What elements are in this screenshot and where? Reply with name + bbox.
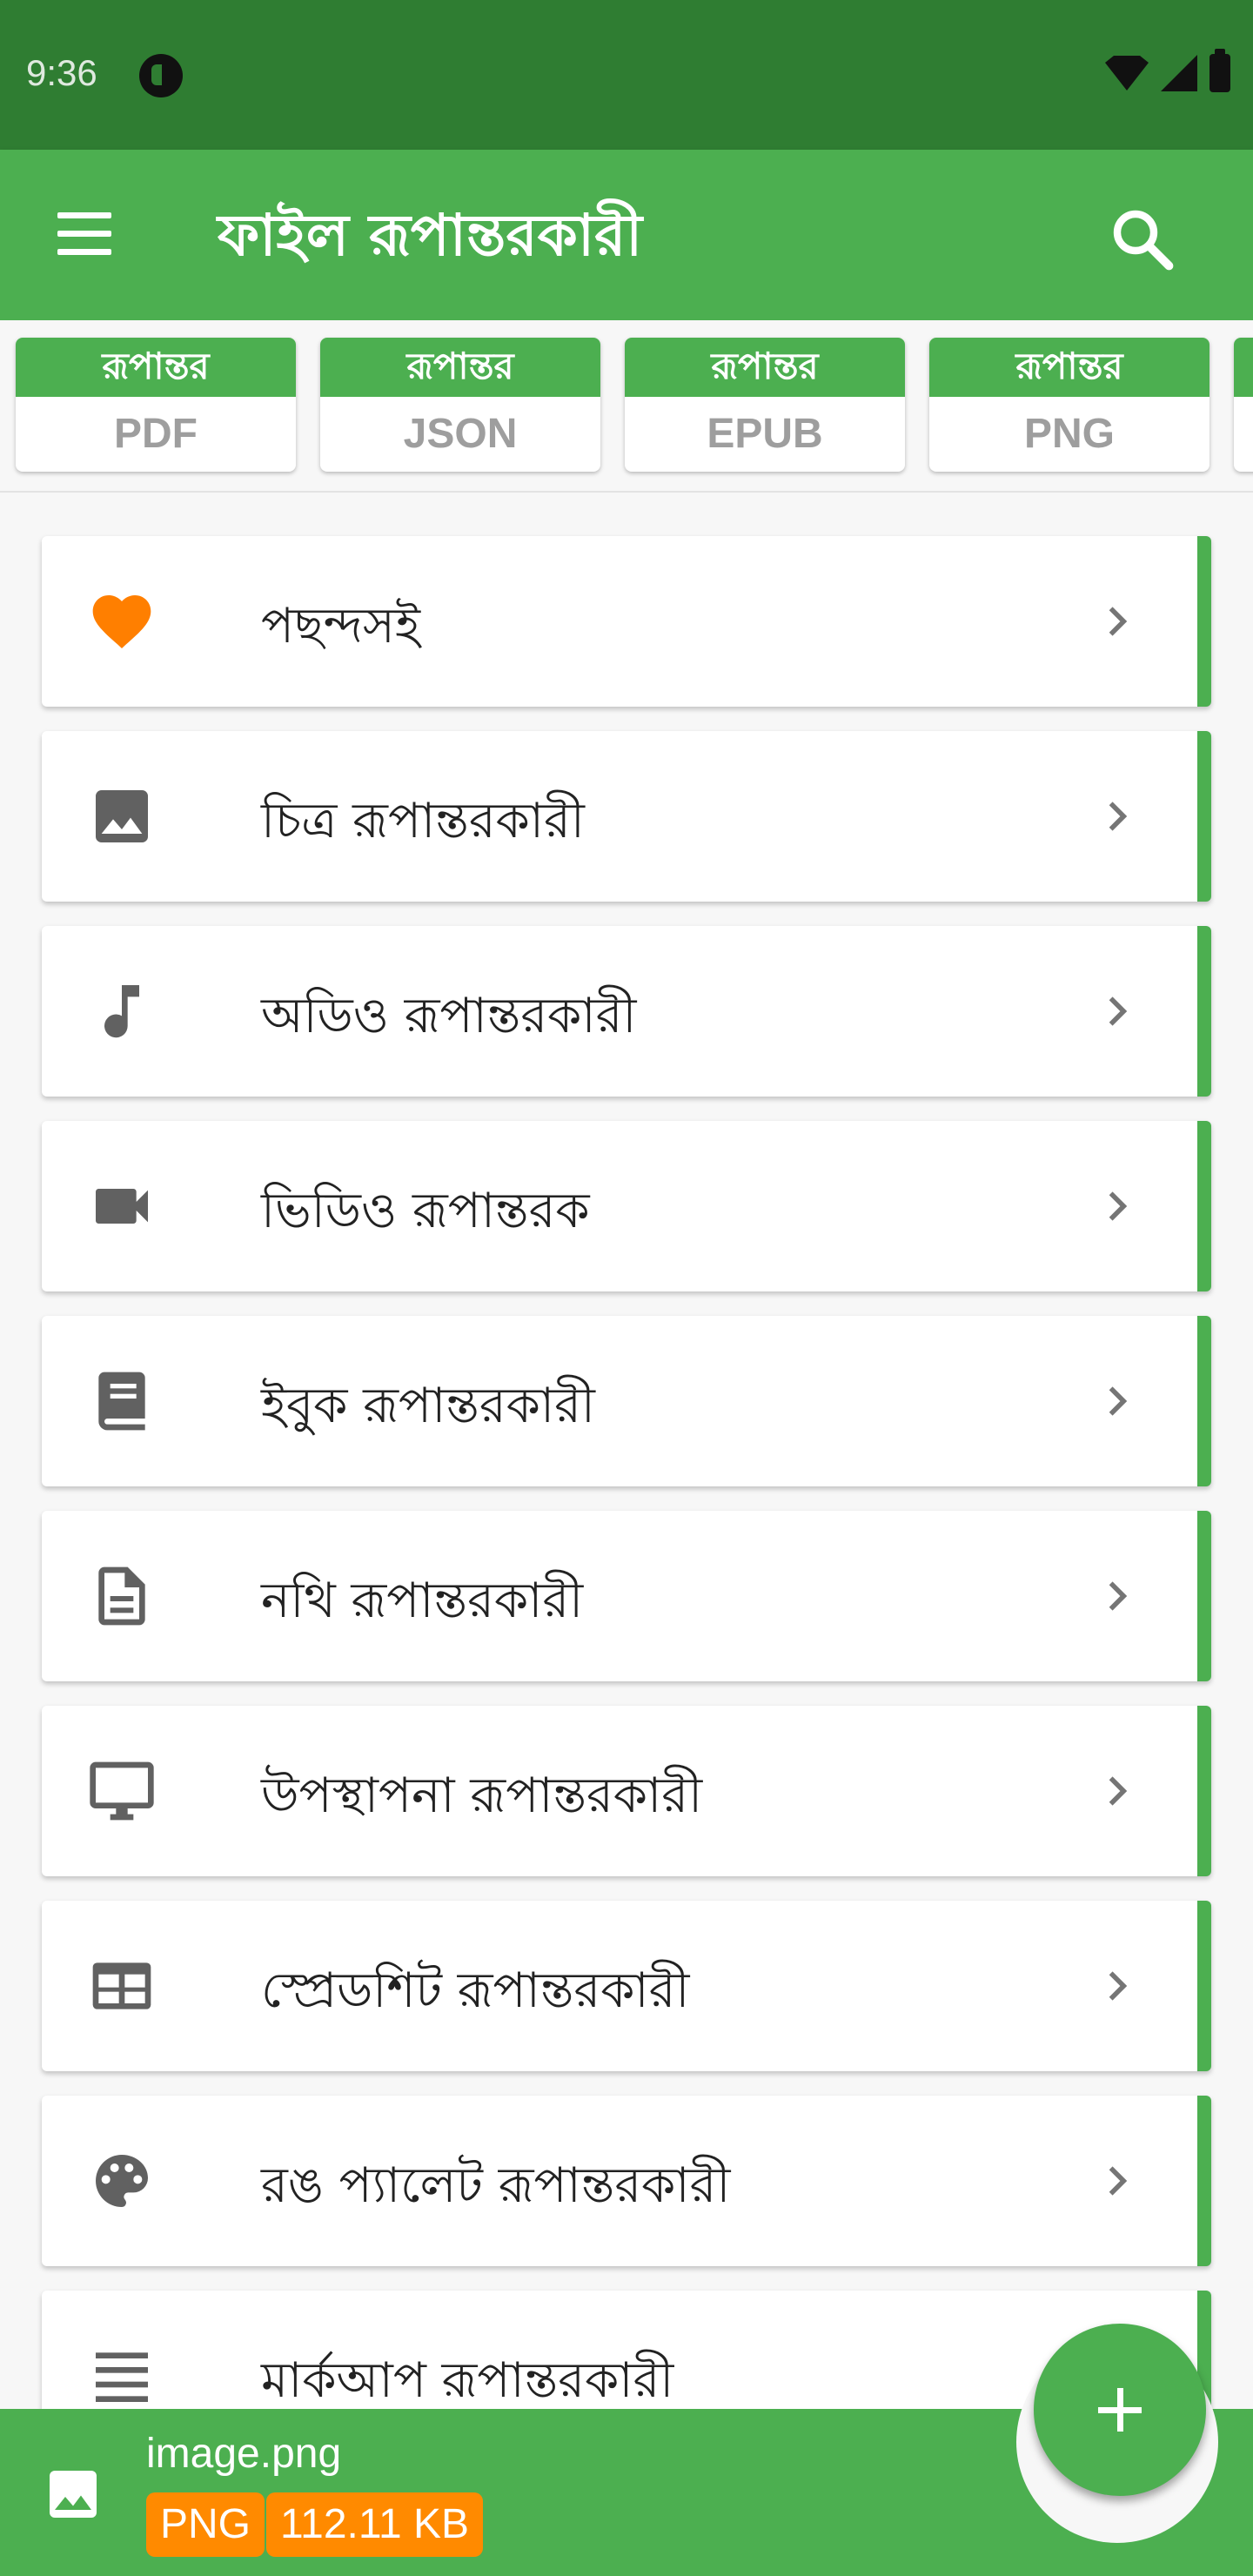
list-item-label: নথি রূপান্তরকারী bbox=[261, 1573, 584, 1629]
chip-top-label: রূপান্তর bbox=[625, 338, 905, 397]
chevron-right-icon bbox=[1109, 607, 1128, 636]
image-icon bbox=[42, 2463, 104, 2526]
chip-format: JSON bbox=[403, 411, 518, 457]
list-item-audio-converter[interactable]: অডিও রূপান্তরকারী bbox=[42, 926, 1211, 1097]
status-indicators bbox=[1105, 49, 1230, 92]
chip-format: PDF bbox=[114, 411, 198, 457]
chip-format: EPUB bbox=[707, 411, 823, 457]
image-icon bbox=[87, 782, 157, 851]
status-time: 9:36 bbox=[26, 52, 97, 93]
list-item-video-converter[interactable]: ভিডিও রূপান্তরক bbox=[42, 1121, 1211, 1291]
chip-epub[interactable]: রূপান্তর EPUB bbox=[625, 338, 905, 472]
chip-pdf[interactable]: রূপান্তর PDF bbox=[16, 338, 296, 472]
list-item-label: পছন্দসই bbox=[261, 598, 421, 654]
palette-icon bbox=[87, 2146, 157, 2216]
list-item-ebook-converter[interactable]: ইবুক রূপান্তরকারী bbox=[42, 1316, 1211, 1486]
file-name: image.png bbox=[146, 2431, 342, 2477]
chip-png[interactable]: রূপান্তর PNG bbox=[929, 338, 1209, 472]
chevron-right-icon bbox=[1109, 1776, 1128, 1806]
lines-icon bbox=[87, 2341, 157, 2411]
chevron-right-icon bbox=[1109, 1971, 1128, 2001]
video-camera-icon bbox=[87, 1171, 157, 1241]
monitor-icon bbox=[87, 1756, 157, 1826]
chevron-right-icon bbox=[1109, 1581, 1128, 1611]
list-item-presentation-converter[interactable]: উপস্থাপনা রূপান্তরকারী bbox=[42, 1706, 1211, 1876]
wifi-icon bbox=[1105, 56, 1149, 91]
chevron-right-icon bbox=[1109, 996, 1128, 1026]
app-title: ফাইল রূপান্তরকারী bbox=[218, 202, 643, 269]
menu-icon[interactable] bbox=[49, 204, 118, 265]
format-chips-row[interactable]: রূপান্তর PDF রূপান্তর JSON রূপান্তর EPUB… bbox=[0, 320, 1253, 493]
music-note-icon bbox=[87, 976, 157, 1046]
list-item-label: উপস্থাপনা রূপান্তরকারী bbox=[261, 1768, 703, 1824]
list-item-color-palette-converter[interactable]: রঙ প্যালেট রূপান্তরকারী bbox=[42, 2096, 1211, 2266]
add-button[interactable] bbox=[1034, 2324, 1206, 2496]
list-item-label: স্প্রেডশিট রূপান্তরকারী bbox=[261, 1962, 690, 2019]
chip-top-label: রূপান্তর bbox=[320, 338, 600, 397]
chevron-right-icon bbox=[1109, 2166, 1128, 2196]
chip-next-partial[interactable] bbox=[1234, 338, 1253, 472]
chevron-right-icon bbox=[1109, 1191, 1128, 1221]
list-item-label: ভিডিও রূপান্তরক bbox=[261, 1183, 590, 1239]
signal-icon bbox=[1161, 55, 1197, 91]
search-icon[interactable] bbox=[1105, 202, 1178, 275]
list-item-label: রঙ প্যালেট রূপান্তরকারী bbox=[261, 2157, 731, 2214]
status-bar: 9:36 bbox=[0, 0, 1253, 150]
chip-json[interactable]: রূপান্তর JSON bbox=[320, 338, 600, 472]
heart-icon bbox=[87, 587, 157, 656]
app-notification-icon bbox=[139, 54, 183, 97]
file-type-badge: PNG bbox=[146, 2492, 265, 2557]
chevron-right-icon bbox=[1109, 1386, 1128, 1416]
book-icon bbox=[87, 1366, 157, 1436]
list-item-label: ইবুক রূপান্তরকারী bbox=[261, 1378, 595, 1434]
list-item-label: অডিও রূপান্তরকারী bbox=[261, 988, 637, 1044]
file-size-badge: 112.11 KB bbox=[266, 2492, 484, 2557]
list-item-label: চিত্র রূপান্তরকারী bbox=[261, 793, 585, 849]
list-item-image-converter[interactable]: চিত্র রূপান্তরকারী bbox=[42, 731, 1211, 902]
app-bar: ফাইল রূপান্তরকারী bbox=[0, 150, 1253, 320]
list-item-document-converter[interactable]: নথি রূপান্তরকারী bbox=[42, 1511, 1211, 1681]
battery-icon bbox=[1209, 49, 1230, 92]
chip-format: PNG bbox=[1023, 411, 1115, 457]
list-item-favorites[interactable]: পছন্দসই bbox=[42, 536, 1211, 707]
document-icon bbox=[87, 1561, 157, 1631]
chevron-right-icon bbox=[1109, 802, 1128, 831]
table-icon bbox=[87, 1951, 157, 2021]
chip-top-label: রূপান্তর bbox=[929, 338, 1209, 397]
list-item-spreadsheet-converter[interactable]: স্প্রেডশিট রূপান্তরকারী bbox=[42, 1901, 1211, 2071]
chip-top-label: রূপান্তর bbox=[16, 338, 296, 397]
